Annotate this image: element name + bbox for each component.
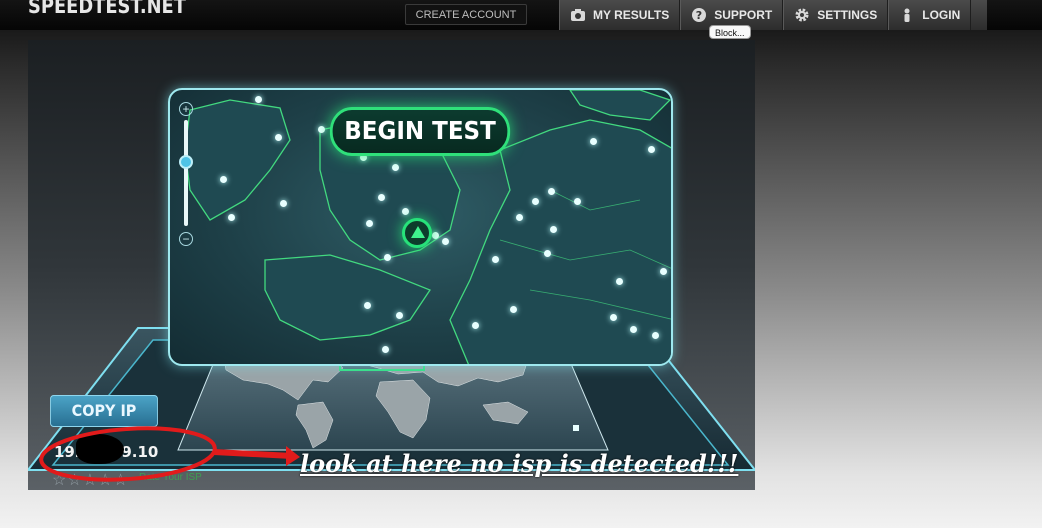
nav-my-results-label: MY RESULTS <box>593 8 670 22</box>
server-dot[interactable] <box>492 256 499 263</box>
copy-ip-button[interactable]: COPY IP <box>50 395 158 427</box>
zoom-slider[interactable] <box>184 120 188 226</box>
nav-support-label: SUPPORT <box>714 8 773 22</box>
selected-server-marker[interactable] <box>402 218 432 248</box>
server-dot[interactable] <box>366 220 373 227</box>
svg-text:?: ? <box>696 9 702 22</box>
zoom-out-button[interactable]: − <box>179 232 193 246</box>
ip-suffix: 9.10 <box>121 443 159 461</box>
star-icon[interactable]: ☆ <box>113 472 128 489</box>
begin-test-button[interactable]: BEGIN TEST <box>329 107 511 156</box>
server-dot[interactable] <box>616 278 623 285</box>
annotation-text: look at here no isp is detected!!! <box>300 449 739 478</box>
nav-settings-label: SETTINGS <box>817 8 878 22</box>
create-account-button[interactable]: CREATE ACCOUNT <box>405 4 527 25</box>
server-dot[interactable] <box>384 254 391 261</box>
server-dot[interactable] <box>255 96 262 103</box>
star-icon[interactable]: ☆ <box>52 472 67 489</box>
server-dot[interactable] <box>432 232 439 239</box>
zoom-in-button[interactable]: + <box>179 102 193 116</box>
rate-isp-link[interactable]: Rate Your ISP <box>139 472 202 483</box>
user-icon <box>899 7 915 23</box>
server-dot[interactable] <box>396 312 403 319</box>
server-dot[interactable] <box>318 126 325 133</box>
server-map[interactable]: + − BEGIN TEST <box>168 88 673 366</box>
server-dot[interactable] <box>548 188 555 195</box>
server-dot[interactable] <box>630 326 637 333</box>
server-dot[interactable] <box>648 146 655 153</box>
star-icon[interactable]: ☆ <box>67 472 82 489</box>
server-dot[interactable] <box>544 250 551 257</box>
server-dot[interactable] <box>510 306 517 313</box>
server-dot[interactable] <box>574 198 581 205</box>
server-dot[interactable] <box>364 302 371 309</box>
isp-rating-stars[interactable]: ☆☆☆☆☆ <box>52 470 129 490</box>
server-dot[interactable] <box>382 346 389 353</box>
server-dot[interactable] <box>610 314 617 321</box>
nav-settings[interactable]: SETTINGS <box>783 0 889 30</box>
camera-icon <box>570 7 586 23</box>
server-dot[interactable] <box>402 208 409 215</box>
server-dot[interactable] <box>228 214 235 221</box>
star-icon[interactable]: ☆ <box>83 472 98 489</box>
nav-my-results[interactable]: MY RESULTS <box>559 0 681 30</box>
server-dot[interactable] <box>550 226 557 233</box>
gear-icon <box>794 7 810 23</box>
nav-login-label: LOGIN <box>922 8 961 22</box>
server-dot[interactable] <box>220 176 227 183</box>
question-icon: ? <box>691 7 707 23</box>
server-dot[interactable] <box>590 138 597 145</box>
speedtest-logo[interactable]: SPEEDTEST.NET <box>28 0 186 18</box>
server-dot[interactable] <box>275 134 282 141</box>
top-nav: MY RESULTS ? SUPPORT SETTINGS LOGIN <box>559 0 987 30</box>
server-dot[interactable] <box>442 238 449 245</box>
ip-redaction <box>76 434 124 464</box>
server-dot[interactable] <box>516 214 523 221</box>
server-dot[interactable] <box>652 332 659 339</box>
nav-login[interactable]: LOGIN <box>888 0 972 30</box>
server-dot[interactable] <box>660 268 667 275</box>
server-dot[interactable] <box>392 164 399 171</box>
server-dot[interactable] <box>378 194 385 201</box>
star-icon[interactable]: ☆ <box>98 472 113 489</box>
top-bar: SPEEDTEST.NET CREATE ACCOUNT MY RESULTS … <box>0 0 1042 30</box>
server-dot[interactable] <box>280 200 287 207</box>
server-dot[interactable] <box>472 322 479 329</box>
server-dot[interactable] <box>532 198 539 205</box>
block-tooltip: Block... <box>709 25 751 39</box>
